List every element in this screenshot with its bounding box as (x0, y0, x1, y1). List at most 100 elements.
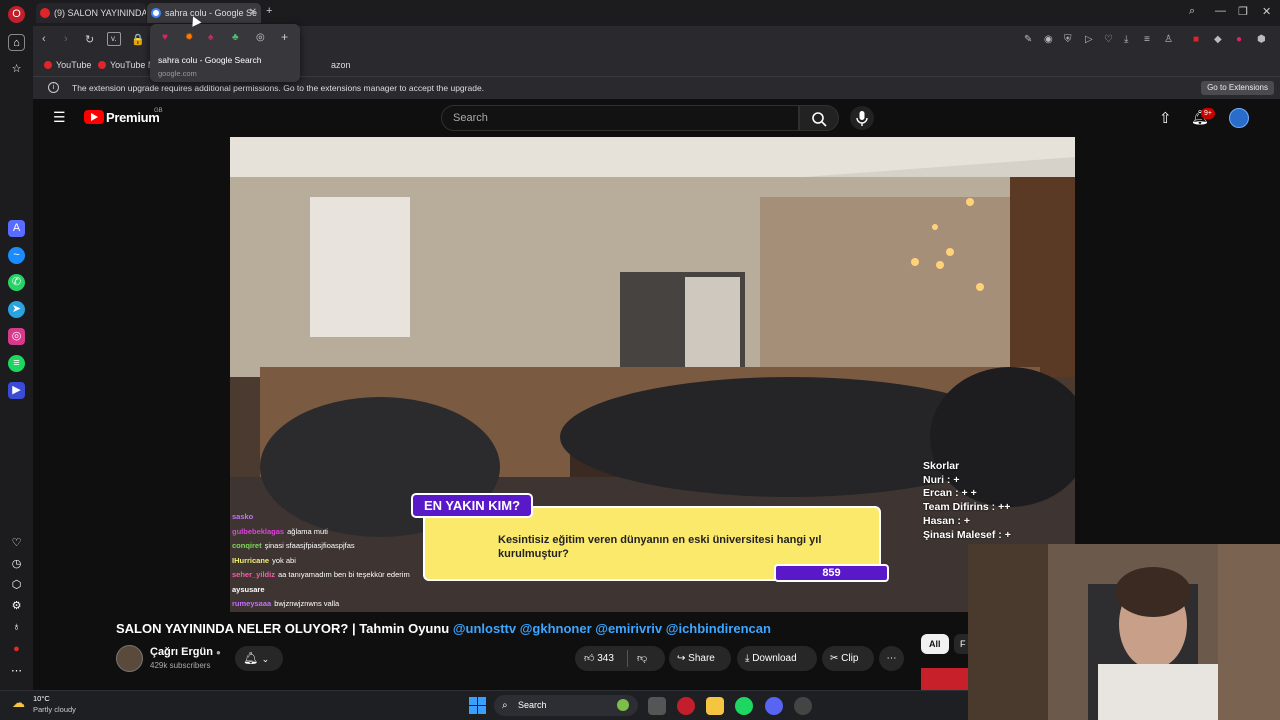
thumbs-up-icon: 👍︎ (584, 653, 595, 664)
lock-icon: 🔒 (131, 34, 145, 46)
pinned-heart-icon[interactable]: ♥ (162, 32, 168, 43)
subscriber-count: 429k subscribers (150, 661, 211, 670)
subscribed-bell-button[interactable]: 🔔︎ ⌄ (235, 646, 283, 671)
go-to-extensions-button[interactable]: Go to Extensions (1201, 81, 1274, 95)
menu-icon[interactable]: ☰ (53, 109, 66, 126)
favorite-icon[interactable]: ♡ (1104, 34, 1113, 45)
download-icon[interactable]: ⤓ (1124, 34, 1128, 45)
chevron-down-icon: ⌄ (261, 654, 270, 664)
bing-icon (617, 699, 629, 711)
discord-taskbar-icon[interactable] (765, 697, 783, 715)
chat-text: ağlama muti (287, 526, 328, 536)
avatar[interactable] (1229, 108, 1249, 128)
mention-link[interactable]: @emirivriv (595, 621, 662, 636)
player-icon[interactable]: ▶ (8, 382, 25, 399)
new-tab-icon[interactable]: + (266, 5, 272, 17)
add-pinned-icon[interactable]: + (281, 30, 288, 44)
share-button[interactable]: ↪ Share (669, 646, 731, 671)
channel-avatar[interactable] (116, 645, 143, 672)
voice-search-button[interactable] (850, 106, 874, 130)
aria-icon[interactable]: A (8, 220, 25, 237)
opera-logo-icon[interactable]: O (8, 6, 25, 23)
play-icon[interactable]: ▷ (1085, 34, 1093, 45)
youtube-icon (44, 61, 52, 69)
bookmark-youtube-music[interactable]: YouTube M (98, 60, 155, 70)
upload-icon[interactable]: ⇧ (1159, 109, 1172, 127)
history-icon[interactable]: ◷ (8, 556, 25, 573)
pinned-fire-icon[interactable]: ✹ (185, 32, 193, 43)
easy-setup-icon[interactable]: ≡ (1144, 34, 1150, 45)
more-actions-button[interactable]: ⋯ (879, 646, 904, 671)
mention-link[interactable]: @gkhnoner (520, 621, 592, 636)
region-label: GB (154, 108, 163, 114)
dislike-button[interactable]: 👎︎ (637, 646, 647, 671)
opera-taskbar-icon[interactable] (677, 697, 695, 715)
instagram-icon[interactable]: ◎ (8, 328, 25, 345)
home-icon[interactable]: ⌂ (8, 34, 25, 51)
pinned-mask-icon[interactable]: ◎ (256, 32, 265, 43)
chip-all[interactable]: All (921, 634, 949, 654)
youtube-logo-text[interactable]: Premium (106, 110, 160, 125)
spotify-taskbar-icon[interactable] (735, 697, 753, 715)
bulb-icon[interactable]: ♁ (8, 619, 25, 636)
profile-icon[interactable]: ♙ (1164, 34, 1173, 45)
telegram-icon[interactable]: ➤ (8, 301, 25, 318)
edit-icon[interactable]: ✎ (1024, 34, 1032, 45)
maximize-icon[interactable]: ❐ (1238, 5, 1248, 18)
back-icon[interactable]: ‹ (42, 33, 46, 45)
spotify-icon[interactable]: ≡ (8, 355, 25, 372)
recommended-thumbnail[interactable] (921, 668, 968, 690)
pinned-palm-icon[interactable]: ♣ (232, 32, 239, 43)
minimize-icon[interactable]: — (1215, 5, 1226, 17)
search-button[interactable] (799, 105, 839, 131)
taskbar-search[interactable]: ⌕ Search (494, 695, 638, 716)
close-window-icon[interactable]: ✕ (1262, 5, 1271, 18)
pinned-app-icon[interactable]: ♠ (208, 32, 213, 43)
mention-link[interactable]: @unlosttv (453, 621, 516, 636)
microphone-icon (856, 111, 868, 126)
scoreboard-entry: Şinasi Malesef : + (923, 528, 1011, 541)
extension-red-icon[interactable]: ● (1236, 34, 1242, 45)
youtube-logo-icon[interactable] (84, 110, 104, 124)
close-tab-icon[interactable]: ✕ (249, 3, 257, 23)
download-button[interactable]: ⤓ Download (737, 646, 817, 671)
address-field[interactable]: v. (107, 32, 121, 46)
search-tabs-icon[interactable]: ⌕ (1189, 5, 1195, 18)
search-input[interactable]: Search (441, 105, 799, 131)
channel-name[interactable]: Çağrı Ergün ● (150, 646, 221, 658)
whatsapp-icon[interactable]: ✆ (8, 274, 25, 291)
settings-icon[interactable]: ⚙ (8, 598, 25, 615)
like-dislike-group: 👍︎ 343 👎︎ (575, 646, 665, 671)
messenger-icon[interactable]: ~ (8, 247, 25, 264)
download-icon: ⤓ (745, 653, 750, 664)
star-icon[interactable]: ☆ (8, 61, 25, 78)
ublock-icon[interactable]: ● (8, 641, 25, 658)
reload-icon[interactable]: ↻ (85, 33, 94, 46)
scoreboard-entry: Team Difirins : ++ (923, 501, 1011, 514)
extensions-icon[interactable]: ⬢ (1257, 34, 1266, 45)
task-view-icon[interactable] (648, 697, 666, 715)
tab-youtube[interactable]: (9) SALON YAYININDA NE (36, 3, 146, 23)
more-icon[interactable]: ⋯ (8, 663, 25, 680)
mention-link[interactable]: @ichbindirencan (666, 621, 771, 636)
steam-taskbar-icon[interactable] (794, 697, 812, 715)
file-explorer-icon[interactable] (706, 697, 724, 715)
start-button[interactable] (469, 697, 486, 714)
heart-icon[interactable]: ♡ (8, 535, 25, 552)
opera-sidebar: O ⌂ ☆ A ~ ✆ ➤ ◎ ≡ ▶ ♡ ◷ ⬡ ⚙ ♁ ● ⋯ (0, 0, 33, 690)
shield-icon[interactable]: ⛨ (1064, 34, 1072, 45)
scissors-icon: ✂ (830, 653, 839, 664)
bookmark-amazon[interactable]: azon (331, 60, 351, 70)
bookmark-youtube[interactable]: YouTube (44, 60, 91, 70)
like-button[interactable]: 👍︎ 343 (584, 646, 614, 671)
tab-google[interactable]: sahra colu - Google Se ✕ (147, 3, 261, 23)
extension-mask-icon[interactable]: ◆ (1214, 34, 1222, 45)
camera-icon[interactable]: ◉ (1044, 34, 1053, 45)
chip-filter[interactable]: F (954, 634, 968, 654)
weather-icon[interactable]: ☁ (12, 695, 25, 711)
forward-icon[interactable]: › (64, 33, 68, 45)
extension-netflix-icon[interactable]: ■ (1193, 34, 1199, 45)
cube-icon[interactable]: ⬡ (8, 577, 25, 594)
clip-button[interactable]: ✂ Clip (822, 646, 874, 671)
search-icon: ⌕ (502, 700, 508, 711)
